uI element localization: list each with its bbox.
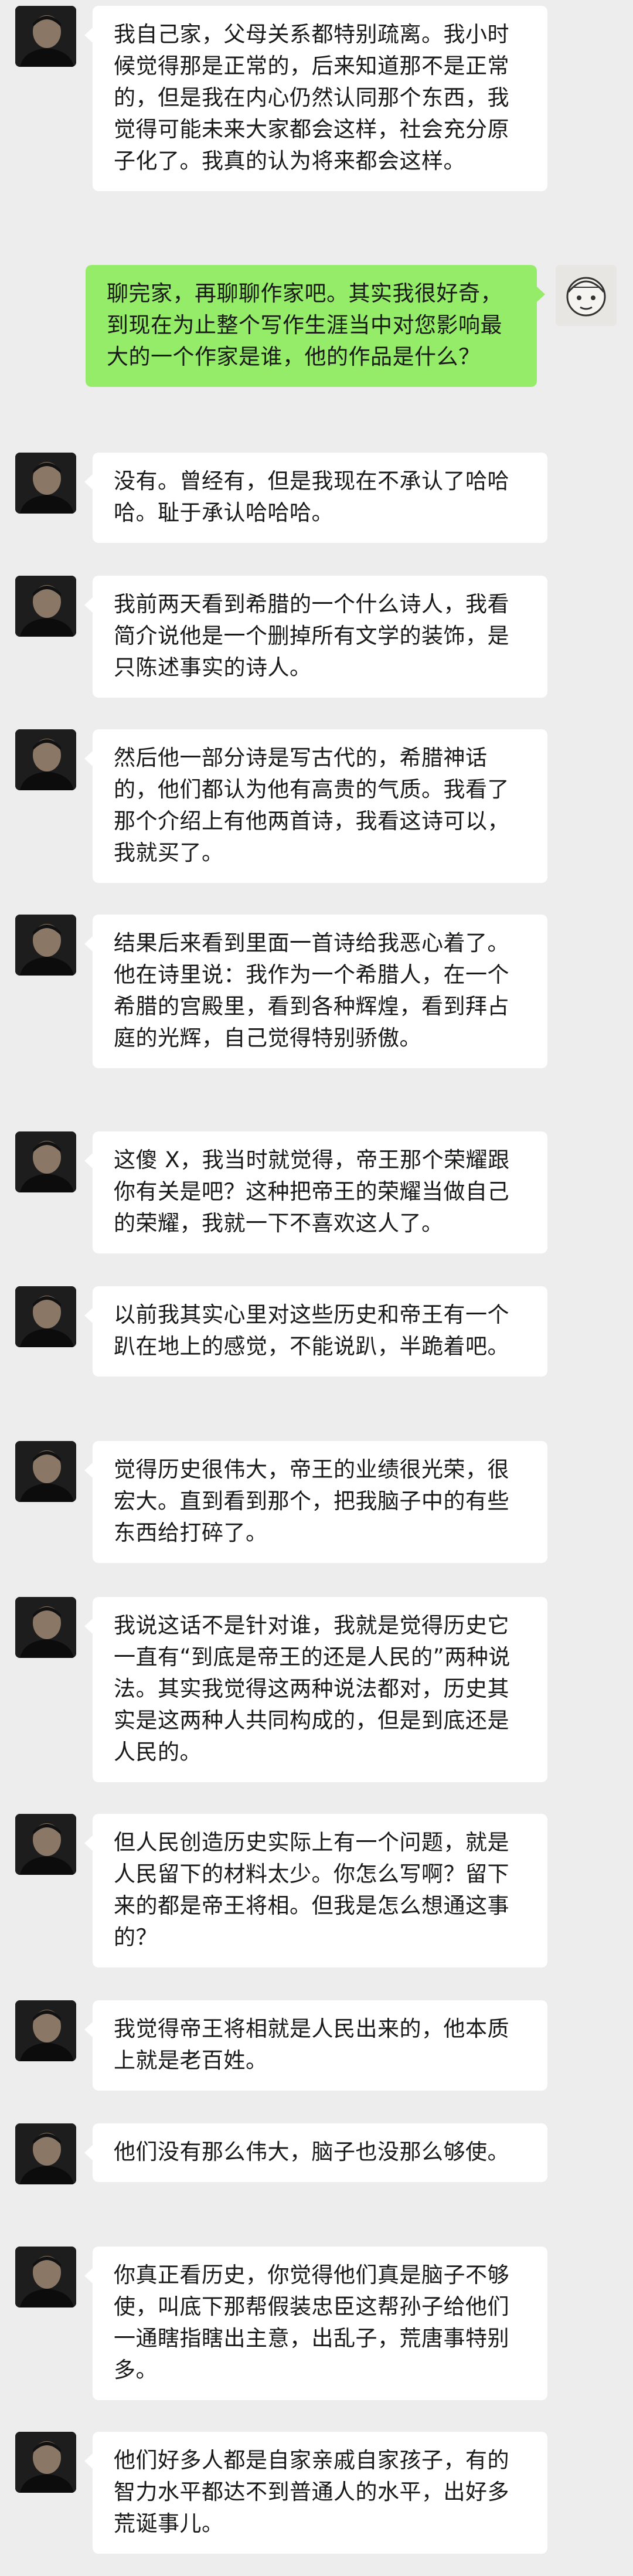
avatar-self[interactable] xyxy=(556,265,617,326)
message-bubble[interactable]: 觉得历史很伟大，帝王的业绩很光荣，很宏大。直到看到那个，把我脑子中的有些东西给打… xyxy=(84,1441,547,1563)
person-photo-icon xyxy=(15,1131,76,1192)
message-row: 没有。曾经有，但是我现在不承认了哈哈哈。耻于承认哈哈哈。 xyxy=(0,453,633,544)
person-photo-icon xyxy=(15,1814,76,1875)
cartoon-face-icon xyxy=(556,265,617,326)
person-photo-icon xyxy=(15,2000,76,2061)
message-row: 结果后来看到里面一首诗给我恶心着了。他在诗里说：我作为一个希腊人，在一个希腊的宫… xyxy=(0,915,633,1101)
avatar-interviewee[interactable] xyxy=(15,576,76,637)
message-bubble[interactable]: 你真正看历史，你觉得他们真是脑子不够使，叫底下那帮假装忠臣这帮孙子给他们一通瞎指… xyxy=(84,2247,547,2400)
person-photo-icon xyxy=(15,1286,76,1347)
message-bubble[interactable]: 我说这话不是针对谁，我就是觉得历史它一直有“到底是帝王的还是人民的”两种说法。其… xyxy=(84,1597,547,1782)
avatar-interviewee[interactable] xyxy=(15,2123,76,2184)
person-photo-icon xyxy=(15,2432,76,2493)
message-row: 他们没有那么伟大，脑子也没那么够使。 xyxy=(0,2123,633,2215)
person-photo-icon xyxy=(15,729,76,790)
message-row: 觉得历史很伟大，帝王的业绩很光荣，很宏大。直到看到那个，把我脑子中的有些东西给打… xyxy=(0,1441,633,1565)
person-photo-icon xyxy=(15,915,76,976)
person-photo-icon xyxy=(15,1597,76,1658)
person-photo-icon xyxy=(15,453,76,514)
avatar-interviewee[interactable] xyxy=(15,2000,76,2061)
message-row: 我前两天看到希腊的一个什么诗人，我看简介说他是一个删掉所有文学的装饰，是只陈述事… xyxy=(0,576,633,699)
person-photo-icon xyxy=(15,2123,76,2184)
message-bubble[interactable]: 我觉得帝王将相就是人民出来的，他本质上就是老百姓。 xyxy=(84,2000,547,2091)
message-bubble[interactable]: 我前两天看到希腊的一个什么诗人，我看简介说他是一个删掉所有文学的装饰，是只陈述事… xyxy=(84,576,547,698)
message-bubble[interactable]: 然后他一部分诗是写古代的，希腊神话的，他们都认为他有高贵的气质。我看了那个介绍上… xyxy=(84,729,547,883)
message-bubble-self[interactable]: 聊完家，再聊聊作家吧。其实我很好奇，到现在为止整个写作生涯当中对您影响最大的一个… xyxy=(86,265,545,387)
person-photo-icon xyxy=(15,576,76,637)
avatar-interviewee[interactable] xyxy=(15,453,76,514)
message-bubble[interactable]: 结果后来看到里面一首诗给我恶心着了。他在诗里说：我作为一个希腊人，在一个希腊的宫… xyxy=(84,915,547,1068)
message-row: 以前我其实心里对这些历史和帝王有一个趴在地上的感觉，不能说趴，半跪着吧。 xyxy=(0,1286,633,1411)
avatar-interviewee[interactable] xyxy=(15,1286,76,1347)
avatar-interviewee[interactable] xyxy=(15,1814,76,1875)
message-row: 聊完家，再聊聊作家吧。其实我很好奇，到现在为止整个写作生涯当中对您影响最大的一个… xyxy=(0,265,633,419)
avatar-interviewee[interactable] xyxy=(15,6,76,67)
avatar-interviewee[interactable] xyxy=(15,1441,76,1502)
message-row: 但人民创造历史实际上有一个问题，就是人民留下的材料太少。你怎么写啊？留下来的都是… xyxy=(0,1814,633,1967)
message-bubble[interactable]: 这傻 X，我当时就觉得，帝王那个荣耀跟你有关是吧？这种把帝王的荣耀当做自己的荣耀… xyxy=(84,1131,547,1253)
person-photo-icon xyxy=(15,1441,76,1502)
person-photo-icon xyxy=(15,6,76,67)
message-row: 你真正看历史，你觉得他们真是脑子不够使，叫底下那帮假装忠臣这帮孙子给他们一通瞎指… xyxy=(0,2247,633,2400)
message-bubble[interactable]: 他们好多人都是自家亲戚自家孩子，有的智力水平都达不到普通人的水平，出好多荒诞事儿… xyxy=(84,2432,547,2554)
message-row: 然后他一部分诗是写古代的，希腊神话的，他们都认为他有高贵的气质。我看了那个介绍上… xyxy=(0,729,633,884)
avatar-interviewee[interactable] xyxy=(15,915,76,976)
message-row: 我觉得帝王将相就是人民出来的，他本质上就是老百姓。 xyxy=(0,2000,633,2092)
message-bubble[interactable]: 但人民创造历史实际上有一个问题，就是人民留下的材料太少。你怎么写啊？留下来的都是… xyxy=(84,1814,547,1967)
avatar-interviewee[interactable] xyxy=(15,1131,76,1192)
person-photo-icon xyxy=(15,2247,76,2307)
message-bubble[interactable]: 我自己家，父母关系都特别疏离。我小时候觉得那是正常的，后来知道那不是正常的，但是… xyxy=(84,6,547,191)
avatar-interviewee[interactable] xyxy=(15,1597,76,1658)
chat-conversation: 我自己家，父母关系都特别疏离。我小时候觉得那是正常的，后来知道那不是正常的，但是… xyxy=(0,0,633,2576)
message-row: 他们好多人都是自家亲戚自家孩子，有的智力水平都达不到普通人的水平，出好多荒诞事儿… xyxy=(0,2432,633,2556)
avatar-interviewee[interactable] xyxy=(15,729,76,790)
avatar-interviewee[interactable] xyxy=(15,2247,76,2307)
message-bubble[interactable]: 他们没有那么伟大，脑子也没那么够使。 xyxy=(84,2123,547,2182)
message-row: 我说这话不是针对谁，我就是觉得历史它一直有“到底是帝王的还是人民的”两种说法。其… xyxy=(0,1597,633,1782)
message-row: 我自己家，父母关系都特别疏离。我小时候觉得那是正常的，后来知道那不是正常的，但是… xyxy=(0,6,633,240)
message-row: 这傻 X，我当时就觉得，帝王那个荣耀跟你有关是吧？这种把帝王的荣耀当做自己的荣耀… xyxy=(0,1131,633,1255)
message-bubble[interactable]: 以前我其实心里对这些历史和帝王有一个趴在地上的感觉，不能说趴，半跪着吧。 xyxy=(84,1286,547,1377)
message-bubble[interactable]: 没有。曾经有，但是我现在不承认了哈哈哈。耻于承认哈哈哈。 xyxy=(84,453,547,543)
avatar-interviewee[interactable] xyxy=(15,2432,76,2493)
